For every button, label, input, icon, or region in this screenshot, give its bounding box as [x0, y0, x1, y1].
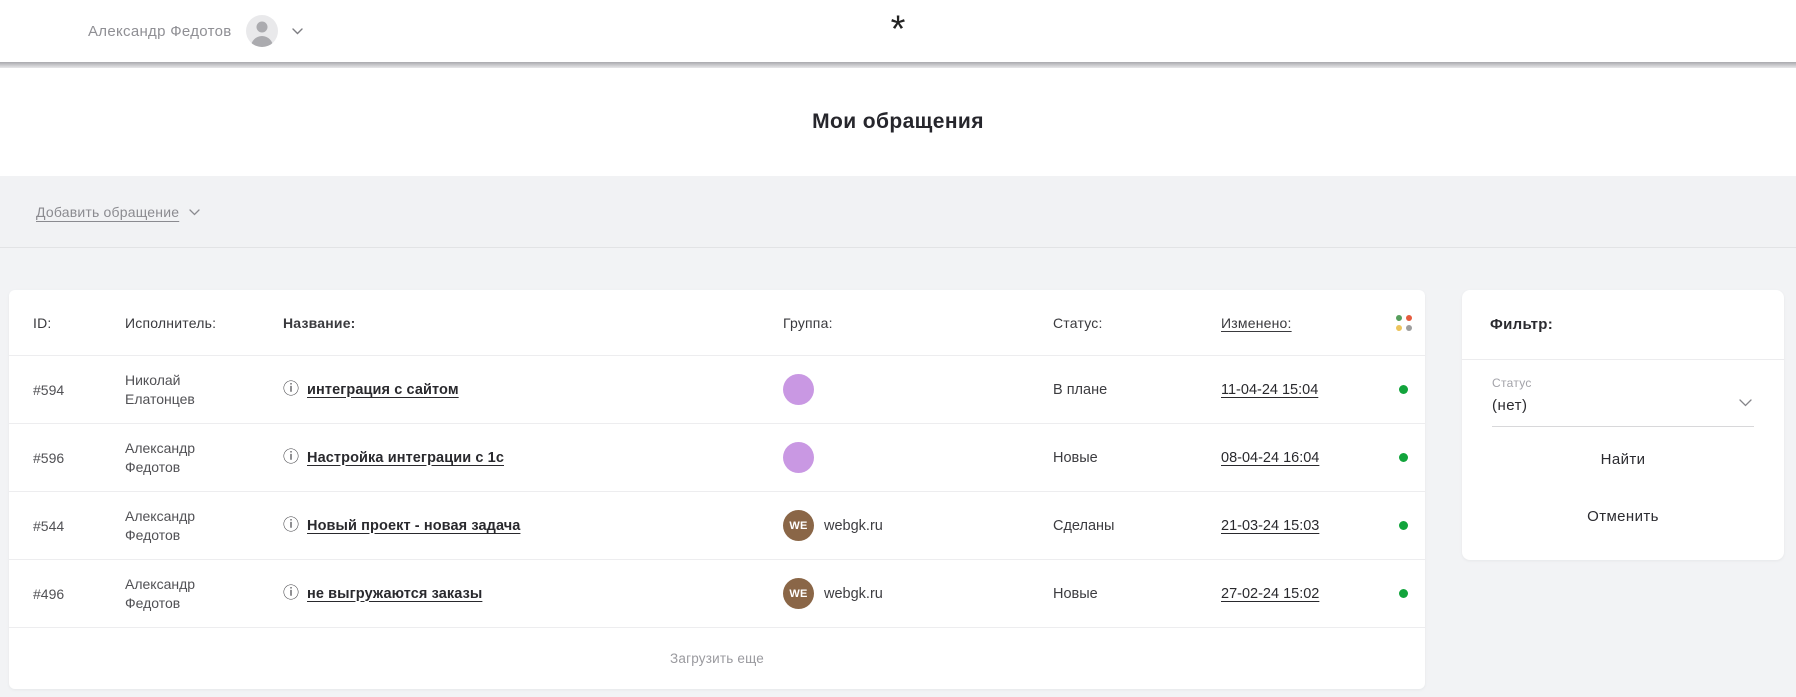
ticket-title-cell: ⓘ Новый проект - новая задача — [283, 518, 783, 534]
changed-date-link[interactable]: 27-02-24 15:02 — [1221, 586, 1319, 602]
changed-cell: 11-04-24 15:04 — [1221, 381, 1382, 399]
assignee-name: Александр Федотов — [125, 575, 245, 613]
ticket-title-cell: ⓘ не выгружаются заказы — [283, 586, 783, 602]
ticket-link[interactable]: Новый проект - новая задача — [307, 518, 520, 534]
filter-title: Фильтр: — [1490, 316, 1553, 333]
cancel-button[interactable]: Отменить — [1587, 508, 1659, 525]
status-text: Новые — [1053, 586, 1221, 602]
user-name: Александр Федотов — [88, 23, 232, 40]
status-filter-label: Статус — [1492, 376, 1754, 390]
status-dot-icon — [1399, 453, 1408, 462]
ticket-link[interactable]: не выгружаются заказы — [307, 586, 482, 602]
requests-table-card: ID: Исполнитель: Название: Группа: Стату… — [9, 290, 1425, 689]
column-header-group: Группа: — [783, 315, 1053, 331]
changed-date-link[interactable]: 11-04-24 15:04 — [1221, 382, 1318, 398]
changed-date-link[interactable]: 21-03-24 15:03 — [1221, 518, 1319, 534]
ticket-title-cell: ⓘ Настройка интеграции с 1с — [283, 450, 783, 466]
assignee-name: Александр Федотов — [125, 507, 245, 545]
group-avatar[interactable] — [783, 442, 814, 473]
status-text: В плане — [1053, 382, 1221, 398]
assignee-name: Николай Елатонцев — [125, 371, 245, 409]
table-header-row: ID: Исполнитель: Название: Группа: Стату… — [9, 290, 1425, 356]
table-row: #544 Александр Федотов ⓘ Новый проект - … — [9, 492, 1425, 560]
load-more-button[interactable]: Загрузить еще — [670, 651, 764, 666]
group-cell: WE webgk.ru — [783, 510, 1053, 541]
filter-panel: Фильтр: Статус (нет) Найти Отменить — [1462, 290, 1784, 560]
table-row: #496 Александр Федотов ⓘ не выгружаются … — [9, 560, 1425, 628]
legend-dot-red — [1406, 315, 1412, 321]
table-row: #596 Александр Федотов ⓘ Настройка интег… — [9, 424, 1425, 492]
user-avatar-icon — [246, 15, 278, 47]
find-button[interactable]: Найти — [1601, 451, 1646, 468]
status-legend-icon[interactable] — [1396, 315, 1412, 331]
info-icon[interactable]: ⓘ — [283, 450, 299, 466]
changed-cell: 21-03-24 15:03 — [1221, 517, 1382, 535]
legend-dot-gray — [1406, 325, 1412, 331]
group-avatar[interactable]: WE — [783, 578, 814, 609]
group-name: webgk.ru — [824, 586, 883, 602]
ticket-link[interactable]: Настройка интеграции с 1с — [307, 450, 504, 466]
ticket-title-cell: ⓘ интеграция с сайтом — [283, 382, 783, 398]
ticket-link[interactable]: интеграция с сайтом — [307, 382, 459, 398]
logo-asterisk-icon: * — [891, 10, 906, 48]
chevron-down-icon — [292, 22, 303, 40]
page-title: Мои обращения — [812, 110, 984, 134]
changed-cell: 08-04-24 16:04 — [1221, 449, 1382, 467]
table-row: #594 Николай Елатонцев ⓘ интеграция с са… — [9, 356, 1425, 424]
app-window: Александр Федотов * Мои обращения Добави… — [0, 0, 1796, 697]
column-header-changed-sort[interactable]: Изменено: — [1221, 315, 1292, 331]
add-request-link[interactable]: Добавить обращение — [36, 204, 179, 220]
status-dot-icon — [1399, 521, 1408, 530]
ticket-id: #594 — [33, 382, 125, 398]
ticket-id: #496 — [33, 586, 125, 602]
title-section: Мои обращения — [0, 68, 1796, 176]
column-header-assignee: Исполнитель: — [125, 315, 283, 331]
ticket-id: #544 — [33, 518, 125, 534]
column-header-id: ID: — [33, 315, 125, 331]
changed-cell: 27-02-24 15:02 — [1221, 585, 1382, 603]
status-dot-icon — [1399, 385, 1408, 394]
column-header-status: Статус: — [1053, 315, 1221, 331]
group-avatar[interactable]: WE — [783, 510, 814, 541]
add-request-band: Добавить обращение — [0, 176, 1796, 248]
table-body: #594 Николай Елатонцев ⓘ интеграция с са… — [9, 356, 1425, 628]
indicator-cell — [1382, 521, 1425, 530]
filter-header: Фильтр: — [1462, 290, 1784, 360]
status-filter-select[interactable]: Статус (нет) — [1492, 376, 1754, 427]
content-area: ID: Исполнитель: Название: Группа: Стату… — [0, 248, 1796, 697]
group-cell — [783, 374, 1053, 405]
info-icon[interactable]: ⓘ — [283, 382, 299, 398]
table-footer: Загрузить еще — [9, 628, 1425, 689]
group-name: webgk.ru — [824, 518, 883, 534]
assignee-name: Александр Федотов — [125, 439, 245, 477]
ticket-id: #596 — [33, 450, 125, 466]
user-menu[interactable]: Александр Федотов — [88, 15, 303, 47]
group-cell: WE webgk.ru — [783, 578, 1053, 609]
column-header-title: Название: — [283, 315, 783, 331]
status-text: Сделаны — [1053, 518, 1221, 534]
top-header: Александр Федотов * — [0, 0, 1796, 62]
indicator-cell — [1382, 589, 1425, 598]
status-dot-icon — [1399, 589, 1408, 598]
legend-dot-yellow — [1396, 325, 1402, 331]
info-icon[interactable]: ⓘ — [283, 586, 299, 602]
info-icon[interactable]: ⓘ — [283, 518, 299, 534]
status-filter-value: (нет) — [1492, 397, 1754, 414]
indicator-cell — [1382, 385, 1425, 394]
chevron-down-icon[interactable] — [189, 203, 200, 221]
group-avatar[interactable] — [783, 374, 814, 405]
changed-date-link[interactable]: 08-04-24 16:04 — [1221, 450, 1319, 466]
status-text: Новые — [1053, 450, 1221, 466]
group-cell — [783, 442, 1053, 473]
chevron-down-icon — [1739, 394, 1752, 412]
legend-dot-green — [1396, 315, 1402, 321]
indicator-cell — [1382, 453, 1425, 462]
